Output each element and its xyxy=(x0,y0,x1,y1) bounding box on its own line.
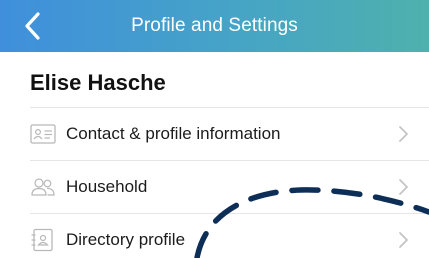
chevron-right-icon xyxy=(399,232,408,248)
user-name: Elise Hasche xyxy=(30,70,166,95)
chevron-right-icon xyxy=(399,179,408,195)
menu-item-label: Contact & profile information xyxy=(66,124,281,143)
menu-item-label: Directory profile xyxy=(66,230,186,249)
nav-header: Profile and Settings xyxy=(0,0,429,52)
address-book-icon xyxy=(31,228,53,252)
menu-item-label: Household xyxy=(66,177,148,196)
people-icon xyxy=(31,178,55,196)
id-card-icon xyxy=(30,124,56,144)
menu-item-household[interactable]: Household xyxy=(30,161,429,213)
menu-item-directory-profile[interactable]: Directory profile xyxy=(30,214,429,258)
page-title: Profile and Settings xyxy=(131,15,298,36)
chevron-right-icon xyxy=(399,126,408,142)
menu-item-contact-profile[interactable]: Contact & profile information xyxy=(30,108,429,160)
